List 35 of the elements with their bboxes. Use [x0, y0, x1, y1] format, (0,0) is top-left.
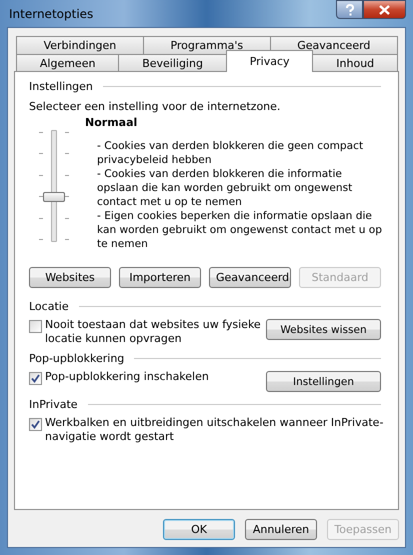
group-heading: Instellingen	[29, 80, 93, 92]
dialog-button[interactable]: Websites	[29, 267, 111, 288]
detail-text: - Cookies van derden blokkeren die informatie opslaan die kan worden gebruikt om ongewenst contact met u op te nemen	[97, 167, 354, 209]
checkbox[interactable]	[29, 418, 42, 431]
dialog-button[interactable]: Websites wissen	[266, 319, 381, 340]
group-heading: Pop-upblokkering	[29, 352, 124, 364]
checkbox[interactable]	[29, 372, 42, 385]
detail-text: - Eigen cookies beperken die informatie opslaan die kan worden gebruikt om ongewenst contact met u op te nemen	[97, 209, 383, 251]
checkbox[interactable]	[29, 320, 42, 333]
help-button[interactable]	[336, 0, 363, 19]
tab[interactable]: Programma's	[142, 36, 271, 54]
dialog-button[interactable]: Importeren	[119, 267, 201, 288]
checkbox-label: Werkbalken en uitbreidingen uitschakelen wanneer InPrivate-navigatie wordt gestart	[45, 416, 384, 444]
close-icon	[379, 4, 390, 14]
dialog-button[interactable]: OK	[163, 519, 235, 540]
level-name: Normaal	[85, 116, 138, 129]
dialog-button[interactable]: Annuleren	[245, 519, 317, 540]
tab[interactable]: Algemeen	[16, 54, 120, 72]
close-button[interactable]	[363, 0, 406, 19]
description-text: Selecteer een instelling voor de internetzone.	[29, 100, 282, 113]
window-title: Internetopties	[8, 6, 94, 20]
tab[interactable]: Beveiliging	[118, 54, 227, 72]
checkbox-label: Pop-upblokkering inschakelen	[45, 370, 209, 384]
tab[interactable]: Inhoud	[312, 54, 398, 72]
tab[interactable]: Geavanceerd	[270, 36, 398, 54]
group-heading: Locatie	[29, 300, 69, 312]
checkbox-label: Nooit toestaan dat websites uw fysieke locatie kunnen opvragen	[45, 318, 262, 346]
detail-text: - Cookies van derden blokkeren die geen compact privacybeleid hebben	[97, 139, 364, 167]
group-heading: InPrivate	[29, 398, 78, 410]
dialog-button[interactable]: Instellingen	[266, 371, 381, 392]
tab[interactable]: Privacy	[226, 50, 314, 72]
slider-thumb[interactable]	[43, 192, 65, 202]
help-icon	[344, 4, 354, 16]
dialog-button[interactable]: Geavanceerd	[209, 267, 291, 288]
tab[interactable]: Verbindingen	[16, 36, 144, 54]
